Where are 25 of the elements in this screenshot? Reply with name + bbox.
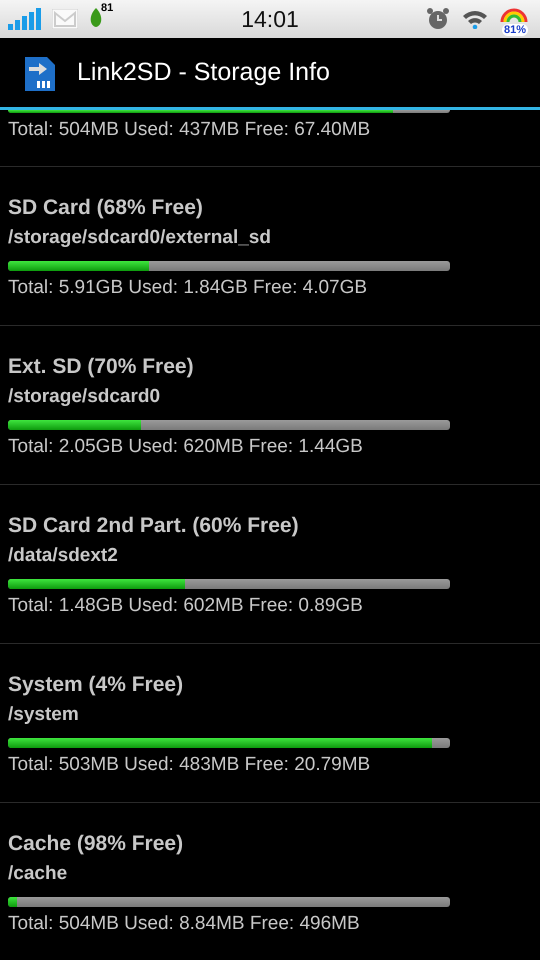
storage-name: Ext. SD (70% Free) <box>8 354 195 380</box>
storage-totals: Total: 5.91GB Used: 1.84GB Free: 4.07GB <box>8 276 368 300</box>
storage-totals: Total: 504MB Used: 437MB Free: 67.40MB <box>8 118 372 142</box>
storage-totals: Total: 2.05GB Used: 620MB Free: 1.44GB <box>8 435 364 459</box>
storage-path: /cache <box>8 862 68 886</box>
notification-count: 81 <box>101 2 114 14</box>
signal-icon <box>8 8 42 30</box>
clock: 14:01 <box>241 6 299 32</box>
screen-title: Link2SD - Storage Info <box>77 58 330 87</box>
storage-name: SD Card 2nd Part. (60% Free) <box>8 513 300 539</box>
storage-path: /storage/sdcard0/external_sd <box>8 226 272 250</box>
storage-totals: Total: 504MB Used: 8.84MB Free: 496MB <box>8 912 361 936</box>
storage-name: System (4% Free) <box>8 672 184 698</box>
storage-totals: Total: 503MB Used: 483MB Free: 20.79MB <box>8 753 372 777</box>
storage-name: Cache (98% Free) <box>8 831 184 857</box>
storage-path: /data/sdext2 <box>8 544 119 568</box>
storage-name: SD Card (68% Free) <box>8 195 204 221</box>
sd-card-icon <box>25 54 55 90</box>
mail-icon <box>52 9 78 29</box>
storage-path: /system <box>8 703 80 727</box>
storage-totals: Total: 1.48GB Used: 602MB Free: 0.89GB <box>8 594 364 618</box>
battery-percent: 81% <box>502 24 528 36</box>
storage-path: /storage/sdcard0 <box>8 385 162 409</box>
wifi-icon <box>462 9 488 29</box>
alarm-clock-icon <box>426 7 450 31</box>
